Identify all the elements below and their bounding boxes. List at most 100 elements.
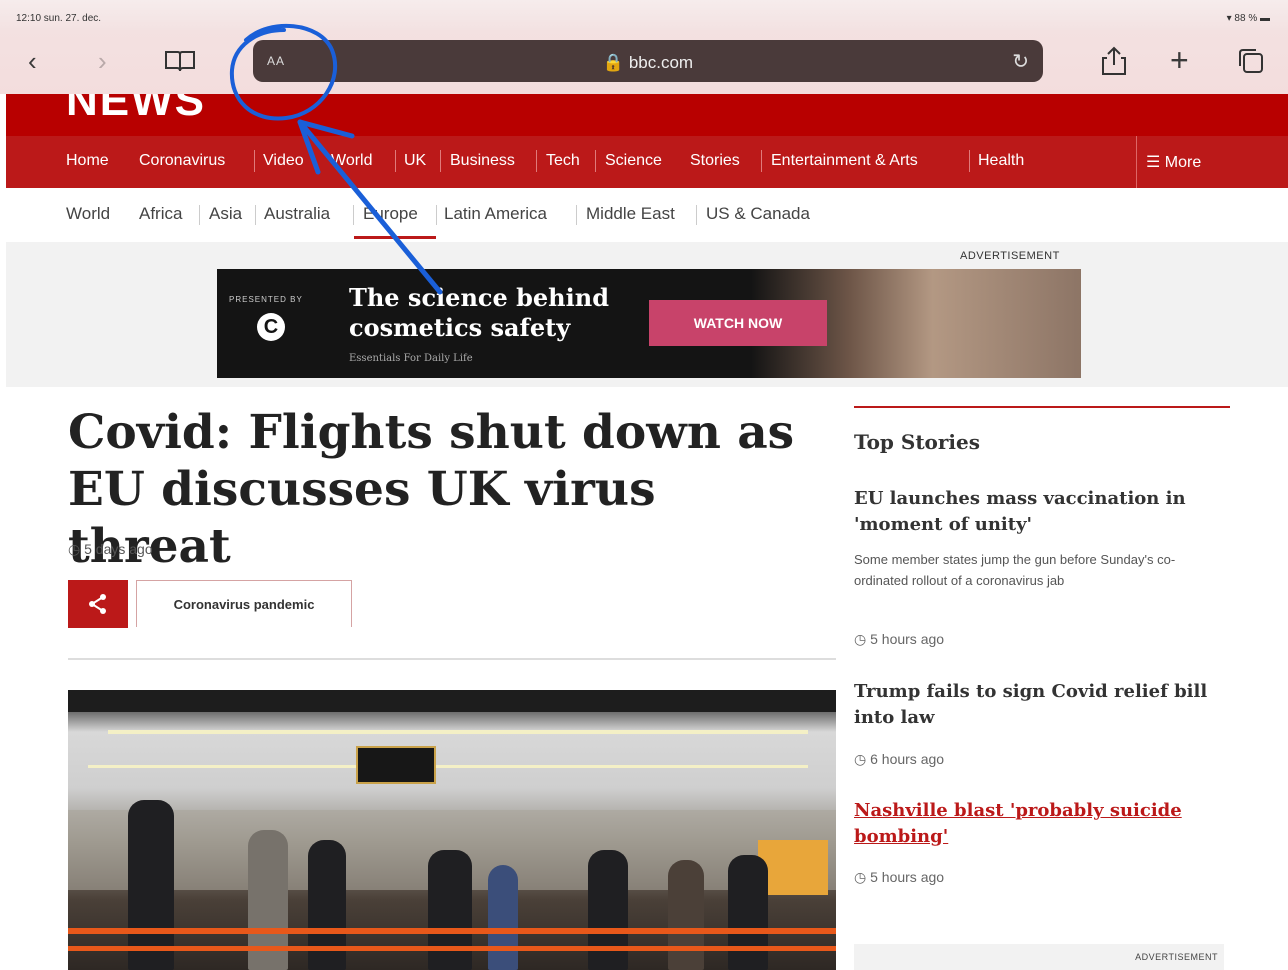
article-photo[interactable] [68, 690, 836, 970]
nav-health[interactable]: Health [978, 152, 1024, 170]
nav-separator [254, 150, 255, 172]
nav-tech[interactable]: Tech [546, 152, 580, 170]
watch-now-button[interactable]: WATCH NOW [649, 300, 827, 346]
photo-person [728, 855, 768, 970]
nav-separator [761, 150, 762, 172]
photo-departure-sign [356, 746, 436, 784]
timestamp-value: 5 days ago [84, 541, 153, 557]
share-nodes-icon [89, 594, 106, 614]
tabs-icon[interactable] [1236, 46, 1266, 81]
battery-indicator: ▾ 88 % ▬ [1226, 13, 1270, 24]
reader-settings-button[interactable]: AA [267, 54, 285, 68]
clock-icon: ◷ [854, 631, 867, 647]
photo-orange-board [758, 840, 828, 895]
photo-ceiling [68, 690, 836, 712]
subnav-separator [576, 205, 577, 225]
nav-video[interactable]: Video [263, 152, 304, 170]
nav-science[interactable]: Science [605, 152, 662, 170]
url-text: 🔒 bbc.com [602, 53, 694, 72]
back-icon[interactable]: ‹ [28, 48, 37, 74]
story-headline[interactable]: EU launches mass vaccination in 'moment … [854, 486, 1224, 538]
ad-label: ADVERTISEMENT [960, 250, 1060, 262]
subnav-australia[interactable]: Australia [264, 204, 330, 224]
subnav-europe[interactable]: Europe [363, 204, 418, 224]
nav-world[interactable]: World [331, 152, 373, 170]
sidebar-ad: ADVERTISEMENT [854, 944, 1224, 970]
topic-tag[interactable]: Coronavirus pandemic [136, 580, 352, 627]
article-timestamp: ◷ 5 days ago [68, 541, 153, 558]
ad-presented-by: PRESENTED BY [229, 295, 303, 304]
ad-banner[interactable]: PRESENTED BY C The science behind cosmet… [217, 269, 1081, 378]
photo-queue-barrier [68, 946, 836, 951]
nav-stories[interactable]: Stories [690, 152, 740, 170]
sidebar-ad-label: ADVERTISEMENT [1135, 952, 1218, 962]
subnav-africa[interactable]: Africa [139, 204, 182, 224]
sponsor-logo: C [257, 313, 285, 341]
photo-person [128, 800, 174, 970]
divider [68, 658, 836, 660]
subnav-separator [696, 205, 697, 225]
address-bar[interactable]: 🔒 bbc.com ↻ [253, 40, 1043, 82]
story-headline[interactable]: Trump fails to sign Covid relief bill in… [854, 679, 1224, 731]
photo-person [428, 850, 472, 970]
story-time-value: 5 hours ago [870, 631, 945, 647]
ad-headline-2: cosmetics safety [349, 313, 571, 342]
more-label: More [1164, 154, 1202, 171]
url-value: bbc.com [628, 53, 694, 72]
nav-business[interactable]: Business [450, 152, 515, 170]
subnav-separator [199, 205, 200, 225]
new-tab-button[interactable]: + [1170, 44, 1189, 76]
nav-separator [440, 150, 441, 172]
subnav-latin-america[interactable]: Latin America [444, 204, 547, 224]
more-menu-label: ☰ More [1146, 152, 1201, 172]
photo-person [588, 850, 628, 970]
topic-tag-label: Coronavirus pandemic [173, 597, 315, 612]
nav-uk[interactable]: UK [404, 152, 426, 170]
nav-separator [536, 150, 537, 172]
photo-light [88, 765, 808, 768]
subnav-world[interactable]: World [66, 204, 110, 224]
article-headline: Covid: Flights shut down as EU discusses… [68, 405, 795, 574]
clock-icon: ◷ [854, 869, 867, 885]
subnav-middle-east[interactable]: Middle East [586, 204, 675, 224]
nav-entertainment[interactable]: Entertainment & Arts [771, 152, 918, 170]
ad-subline: Essentials For Daily Life [349, 353, 473, 364]
share-button[interactable] [68, 580, 128, 628]
nav-separator [969, 150, 970, 172]
hamburger-icon: ☰ [1146, 154, 1161, 171]
story-time: ◷ 5 hours ago [854, 631, 944, 648]
status-time: 12:10 sun. 27. dec. [16, 13, 102, 24]
story-time-value: 5 hours ago [870, 869, 945, 885]
story-summary: Some member states jump the gun before S… [854, 552, 1176, 588]
subnav-us-canada[interactable]: US & Canada [706, 204, 810, 224]
story-time: ◷ 5 hours ago [854, 869, 944, 886]
subnav-separator [436, 205, 437, 225]
top-stories-title: Top Stories [854, 430, 981, 454]
subnav-separator [255, 205, 256, 225]
nav-coronavirus[interactable]: Coronavirus [139, 152, 225, 170]
battery-level: 88 % [1234, 13, 1258, 24]
clock-icon: ◷ [68, 541, 81, 557]
story-time: ◷ 6 hours ago [854, 751, 944, 768]
photo-queue-barrier [68, 928, 836, 934]
top-stories-rule [854, 406, 1230, 408]
photo-light [108, 730, 808, 734]
share-icon[interactable] [1100, 46, 1128, 81]
subnav-active-underline [354, 236, 436, 239]
photo-person [488, 865, 518, 970]
logo-clip: NEWS [6, 94, 1288, 136]
story-time-value: 6 hours ago [870, 751, 945, 767]
bookmarks-icon[interactable] [164, 48, 196, 79]
photo-person [668, 860, 704, 970]
clock-icon: ◷ [854, 751, 867, 767]
reload-icon[interactable]: ↻ [1012, 49, 1029, 74]
news-logo[interactable]: NEWS [66, 94, 206, 126]
nav-home[interactable]: Home [66, 152, 109, 170]
status-bar [0, 0, 1288, 30]
forward-icon[interactable]: › [98, 48, 107, 74]
subnav-asia[interactable]: Asia [209, 204, 242, 224]
story-headline[interactable]: Nashville blast 'probably suicide bombin… [854, 798, 1224, 850]
subnav-separator [353, 205, 354, 225]
nav-separator [595, 150, 596, 172]
nav-separator [395, 150, 396, 172]
